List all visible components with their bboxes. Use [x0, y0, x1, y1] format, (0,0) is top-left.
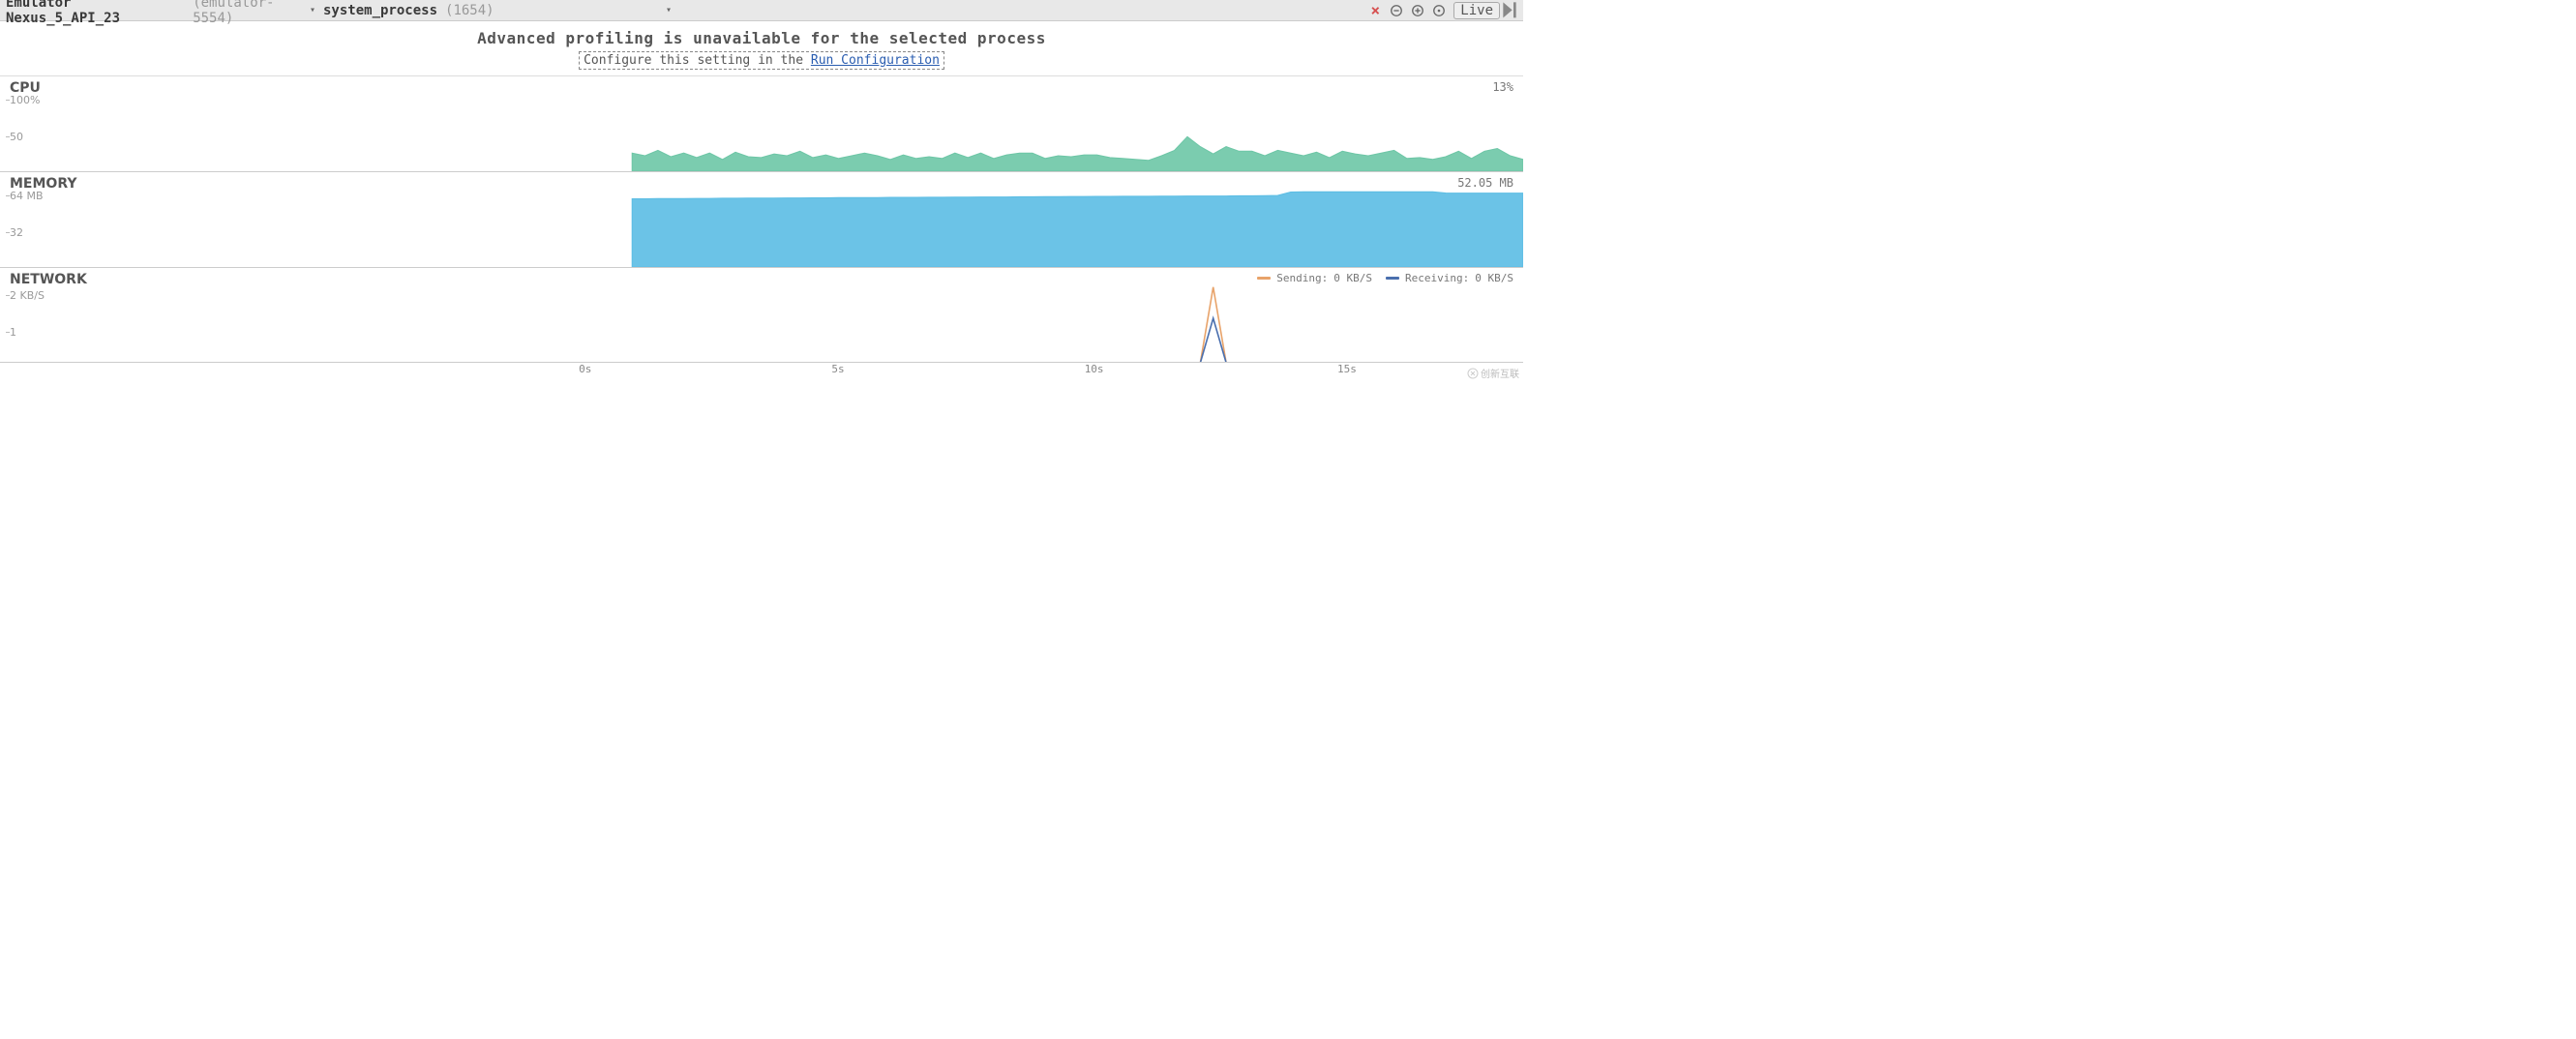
- memory-chart: [0, 172, 1523, 267]
- live-button[interactable]: Live: [1453, 2, 1500, 19]
- network-title: NETWORK: [10, 272, 87, 287]
- watermark: 创新互联: [1467, 366, 1519, 380]
- advanced-profiling-banner: Advanced profiling is unavailable for th…: [0, 21, 1523, 76]
- network-ytick-max: 2 KB/S: [10, 289, 45, 302]
- legend-swatch-receiving: [1386, 277, 1399, 280]
- go-to-end-button[interactable]: [1502, 2, 1517, 19]
- watermark-text: 创新互联: [1481, 366, 1519, 380]
- memory-ytick-mid: 32: [10, 226, 23, 239]
- tick-line: [6, 195, 10, 196]
- live-label: Live: [1460, 3, 1493, 18]
- zoom-out-icon: [1390, 4, 1403, 17]
- tick-line: [6, 295, 10, 296]
- tick-line: [6, 136, 10, 137]
- process-selector[interactable]: system_process (1654) ▾: [323, 3, 672, 18]
- legend-receiving-label: Receiving:: [1405, 272, 1469, 284]
- device-id: (emulator-5554): [193, 0, 310, 26]
- close-button[interactable]: ×: [1365, 2, 1385, 19]
- banner-sub-prefix: Configure this setting in the: [584, 53, 811, 68]
- process-name: system_process: [323, 3, 437, 18]
- device-name: Emulator Nexus_5_API_23: [6, 0, 185, 26]
- device-selector[interactable]: Emulator Nexus_5_API_23 (emulator-5554) …: [6, 0, 315, 26]
- legend-receiving-value: 0 KB/S: [1475, 272, 1513, 284]
- network-ytick-mid: 1: [10, 326, 16, 339]
- network-legend: Sending: 0 KB/S Receiving: 0 KB/S: [1257, 272, 1513, 284]
- zoom-out-button[interactable]: [1387, 2, 1406, 19]
- process-pid: (1654): [445, 3, 494, 18]
- cpu-value: 13%: [1492, 80, 1513, 94]
- tick-line: [6, 232, 10, 233]
- go-to-end-icon: [1502, 1, 1517, 19]
- banner-title: Advanced profiling is unavailable for th…: [0, 29, 1523, 47]
- legend-sending-value: 0 KB/S: [1333, 272, 1372, 284]
- memory-title: MEMORY: [10, 176, 76, 192]
- tick-line: [6, 100, 10, 101]
- legend-swatch-sending: [1257, 277, 1271, 280]
- cpu-chart: [0, 76, 1523, 171]
- timeline-label: 5s: [831, 363, 844, 375]
- zoom-in-button[interactable]: [1408, 2, 1427, 19]
- cpu-ytick-mid: 50: [10, 131, 23, 143]
- chevron-down-icon: ▾: [666, 5, 672, 15]
- watermark-icon: [1467, 368, 1479, 379]
- network-panel[interactable]: NETWORK Sending: 0 KB/S Receiving: 0 KB/…: [0, 268, 1523, 378]
- tick-line: [6, 332, 10, 333]
- legend-sending: Sending: 0 KB/S: [1257, 272, 1372, 284]
- cpu-panel[interactable]: CPU 13% 100% 50: [0, 76, 1523, 172]
- memory-panel[interactable]: MEMORY 52.05 MB 64 MB 32: [0, 172, 1523, 268]
- run-configuration-link[interactable]: Run Configuration: [811, 53, 940, 68]
- banner-subtitle: Configure this setting in the Run Config…: [579, 51, 944, 70]
- zoom-reset-icon: [1432, 4, 1446, 17]
- chevron-down-icon: ▾: [310, 5, 315, 15]
- timeline-label: 15s: [1337, 363, 1357, 375]
- zoom-in-icon: [1411, 4, 1424, 17]
- timeline-axis: 0s 5s 10s 15s: [0, 363, 1523, 378]
- legend-receiving: Receiving: 0 KB/S: [1386, 272, 1513, 284]
- legend-sending-label: Sending:: [1276, 272, 1328, 284]
- cpu-title: CPU: [10, 80, 41, 96]
- toolbar: Emulator Nexus_5_API_23 (emulator-5554) …: [0, 0, 1523, 21]
- zoom-reset-button[interactable]: [1429, 2, 1449, 19]
- timeline-label: 0s: [579, 363, 591, 375]
- timeline-label: 10s: [1085, 363, 1104, 375]
- memory-value: 52.05 MB: [1457, 176, 1513, 190]
